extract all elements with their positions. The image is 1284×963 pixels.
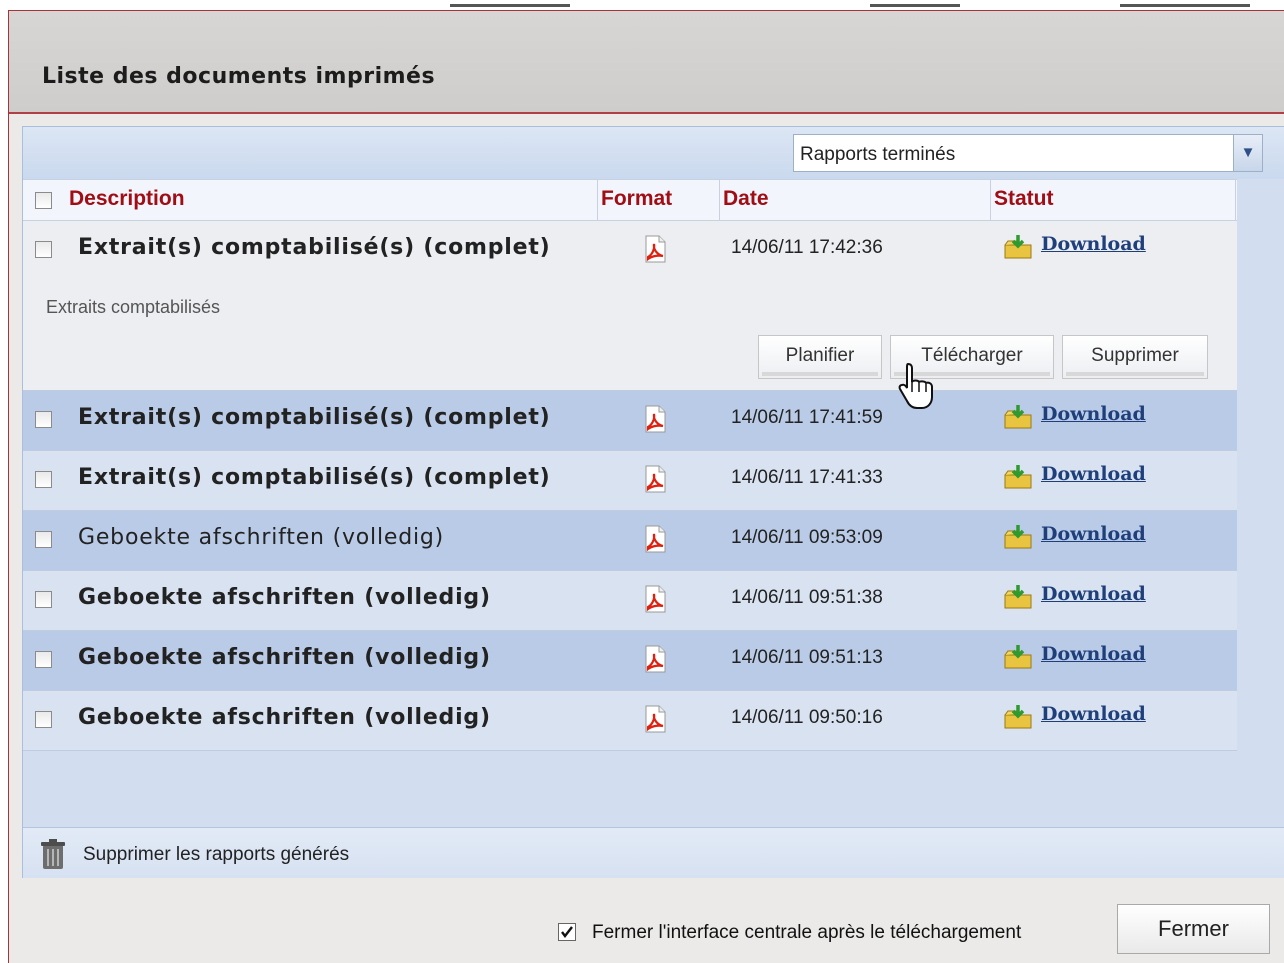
download-folder-icon[interactable] (1003, 233, 1033, 261)
chevron-down-icon[interactable]: ▼ (1233, 135, 1262, 171)
row-checkbox[interactable] (35, 411, 52, 428)
planifier-button[interactable]: Planifier (758, 335, 882, 379)
panel-footer: Supprimer les rapports générés (23, 827, 1284, 878)
table-row[interactable]: Geboekte afschriften (volledig) 14/06/11… (23, 631, 1237, 691)
row-checkbox[interactable] (35, 651, 52, 668)
table-row[interactable]: Geboekte afschriften (volledig) 14/06/11… (23, 691, 1237, 751)
pdf-icon[interactable] (643, 235, 667, 263)
download-folder-icon[interactable] (1003, 703, 1033, 731)
download-folder-icon[interactable] (1003, 643, 1033, 671)
hand-pointer-icon (898, 362, 933, 409)
download-folder-icon[interactable] (1003, 583, 1033, 611)
row-description: Geboekte afschriften (volledig) (78, 705, 491, 730)
close-after-download-checkbox[interactable] (558, 923, 576, 941)
pdf-icon[interactable] (643, 705, 667, 733)
documents-panel: Rapports terminés ▼ Description Format D… (22, 126, 1284, 878)
download-link[interactable]: Download (1041, 643, 1146, 665)
row-date: 14/06/11 09:51:38 (731, 587, 883, 608)
column-header-description[interactable]: Description (69, 180, 185, 220)
column-separator (719, 180, 720, 220)
row-date: 14/06/11 17:42:36 (731, 237, 883, 258)
table-row[interactable]: Geboekte afschriften (volledig) 14/06/11… (23, 571, 1237, 631)
close-button[interactable]: Fermer (1117, 904, 1270, 954)
row-date: 14/06/11 09:53:09 (731, 527, 883, 548)
table-row[interactable]: Extrait(s) comptabilisé(s) (complet) 14/… (23, 221, 1237, 391)
close-after-download-label[interactable]: Fermer l'interface centrale après le tél… (592, 922, 1021, 944)
row-description: Geboekte afschriften (volledig) (78, 585, 491, 610)
download-folder-icon[interactable] (1003, 463, 1033, 491)
row-date: 14/06/11 17:41:33 (731, 467, 883, 488)
download-link[interactable]: Download (1041, 233, 1146, 255)
dialog-header: Liste des documents imprimés (9, 11, 1284, 114)
row-details: Extraits comptabilisés (46, 297, 221, 317)
filter-bar: Rapports terminés ▼ (23, 127, 1284, 179)
checkmark-icon (561, 926, 573, 938)
trash-icon[interactable] (40, 839, 66, 871)
printed-documents-dialog: Liste des documents imprimés Rapports te… (8, 10, 1284, 963)
supprimer-button[interactable]: Supprimer (1062, 335, 1208, 379)
row-description: Extrait(s) comptabilisé(s) (complet) (78, 235, 551, 260)
delete-generated-reports-link[interactable]: Supprimer les rapports générés (83, 844, 349, 866)
row-description: Geboekte afschriften (volledig) (78, 525, 445, 550)
row-checkbox[interactable] (35, 591, 52, 608)
pdf-icon[interactable] (643, 585, 667, 613)
row-checkbox[interactable] (35, 241, 52, 258)
row-checkbox[interactable] (35, 531, 52, 548)
table-row[interactable]: Geboekte afschriften (volledig) 14/06/11… (23, 511, 1237, 571)
table-header: Description Format Date Statut (23, 179, 1237, 221)
table-row[interactable]: Extrait(s) comptabilisé(s) (complet) 14/… (23, 451, 1237, 511)
download-link[interactable]: Download (1041, 523, 1146, 545)
download-folder-icon[interactable] (1003, 403, 1033, 431)
row-checkbox[interactable] (35, 471, 52, 488)
column-separator (1235, 180, 1236, 220)
table-row[interactable]: Extrait(s) comptabilisé(s) (complet) 14/… (23, 391, 1237, 451)
row-description: Extrait(s) comptabilisé(s) (complet) (78, 405, 551, 430)
pdf-icon[interactable] (643, 525, 667, 553)
pdf-icon[interactable] (643, 405, 667, 433)
report-status-select-value: Rapports terminés (800, 144, 956, 165)
row-description: Geboekte afschriften (volledig) (78, 645, 491, 670)
background-window-strip (450, 4, 1250, 7)
download-link[interactable]: Download (1041, 583, 1146, 605)
row-description: Extrait(s) comptabilisé(s) (complet) (78, 465, 551, 490)
pdf-icon[interactable] (643, 465, 667, 493)
column-header-format[interactable]: Format (601, 180, 672, 220)
row-checkbox[interactable] (35, 711, 52, 728)
select-all-checkbox[interactable] (35, 192, 52, 209)
dialog-title: Liste des documents imprimés (42, 64, 436, 89)
pdf-icon[interactable] (643, 645, 667, 673)
column-separator (990, 180, 991, 220)
column-separator (597, 180, 598, 220)
download-folder-icon[interactable] (1003, 523, 1033, 551)
column-header-status[interactable]: Statut (994, 180, 1054, 220)
row-date: 14/06/11 17:41:59 (731, 407, 883, 428)
download-link[interactable]: Download (1041, 403, 1146, 425)
download-link[interactable]: Download (1041, 703, 1146, 725)
row-date: 14/06/11 09:50:16 (731, 707, 883, 728)
report-status-select[interactable]: Rapports terminés ▼ (793, 134, 1263, 172)
row-date: 14/06/11 09:51:13 (731, 647, 883, 668)
download-link[interactable]: Download (1041, 463, 1146, 485)
column-header-date[interactable]: Date (723, 180, 769, 220)
